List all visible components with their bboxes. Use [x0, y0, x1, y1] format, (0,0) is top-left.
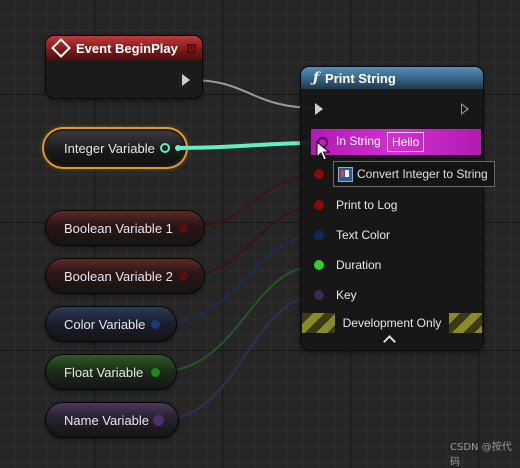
print-string-header[interactable]: ƒ Print String — [301, 67, 483, 89]
mouse-cursor-icon — [316, 141, 330, 161]
exec-input-pin[interactable] — [315, 103, 323, 115]
print-string-title: Print String — [325, 70, 396, 86]
conversion-tooltip: Convert Integer to String — [333, 161, 495, 187]
integer-wire — [175, 141, 319, 150]
print-to-log-label: Print to Log — [336, 198, 398, 212]
color-output-pin[interactable] — [151, 320, 160, 329]
name-output-pin[interactable] — [153, 415, 164, 426]
in-string-pin-row[interactable]: In String Hello — [311, 129, 481, 155]
key-pin[interactable] — [314, 290, 324, 300]
duration-pin[interactable] — [314, 260, 324, 270]
color-variable-label: Color Variable — [64, 316, 146, 332]
key-label: Key — [336, 288, 357, 302]
text-color-pin[interactable] — [314, 230, 324, 240]
boolean-variable-2-label: Boolean Variable 2 — [64, 268, 173, 284]
float-variable-node[interactable]: Float Variable — [46, 355, 176, 389]
name-variable-node[interactable]: Name Variable — [46, 403, 178, 437]
print-to-log-pin-row[interactable]: Print to Log — [314, 195, 397, 215]
float-output-pin[interactable] — [151, 368, 160, 377]
boolean-variable-1-node[interactable]: Boolean Variable 1 — [46, 211, 204, 245]
text-color-label: Text Color — [336, 228, 391, 242]
float-variable-label: Float Variable — [64, 364, 144, 380]
conversion-tooltip-text: Convert Integer to String — [357, 167, 488, 181]
duration-label: Duration — [336, 258, 382, 272]
boolean-1-output-pin[interactable] — [179, 224, 188, 233]
name-variable-label: Name Variable — [64, 412, 150, 428]
boolean-variable-2-node[interactable]: Boolean Variable 2 — [46, 259, 204, 293]
key-pin-row[interactable]: Key — [314, 285, 357, 305]
in-string-value-field[interactable]: Hello — [387, 132, 425, 152]
print-to-screen-pin[interactable] — [314, 169, 324, 179]
color-variable-node[interactable]: Color Variable — [46, 307, 176, 341]
conversion-node-icon — [338, 166, 353, 182]
integer-wire-end — [175, 145, 181, 151]
duration-pin-row[interactable]: Duration — [314, 255, 381, 275]
function-icon: ƒ — [313, 70, 320, 86]
print-to-log-pin[interactable] — [314, 200, 324, 210]
boolean-2-output-pin[interactable] — [179, 272, 188, 281]
exec-output-pin-print[interactable] — [461, 103, 469, 115]
in-string-label: In String — [336, 134, 381, 148]
text-color-pin-row[interactable]: Text Color — [314, 225, 390, 245]
boolean-variable-1-label: Boolean Variable 1 — [64, 220, 173, 236]
watermark: CSDN @按代码 — [450, 442, 512, 468]
